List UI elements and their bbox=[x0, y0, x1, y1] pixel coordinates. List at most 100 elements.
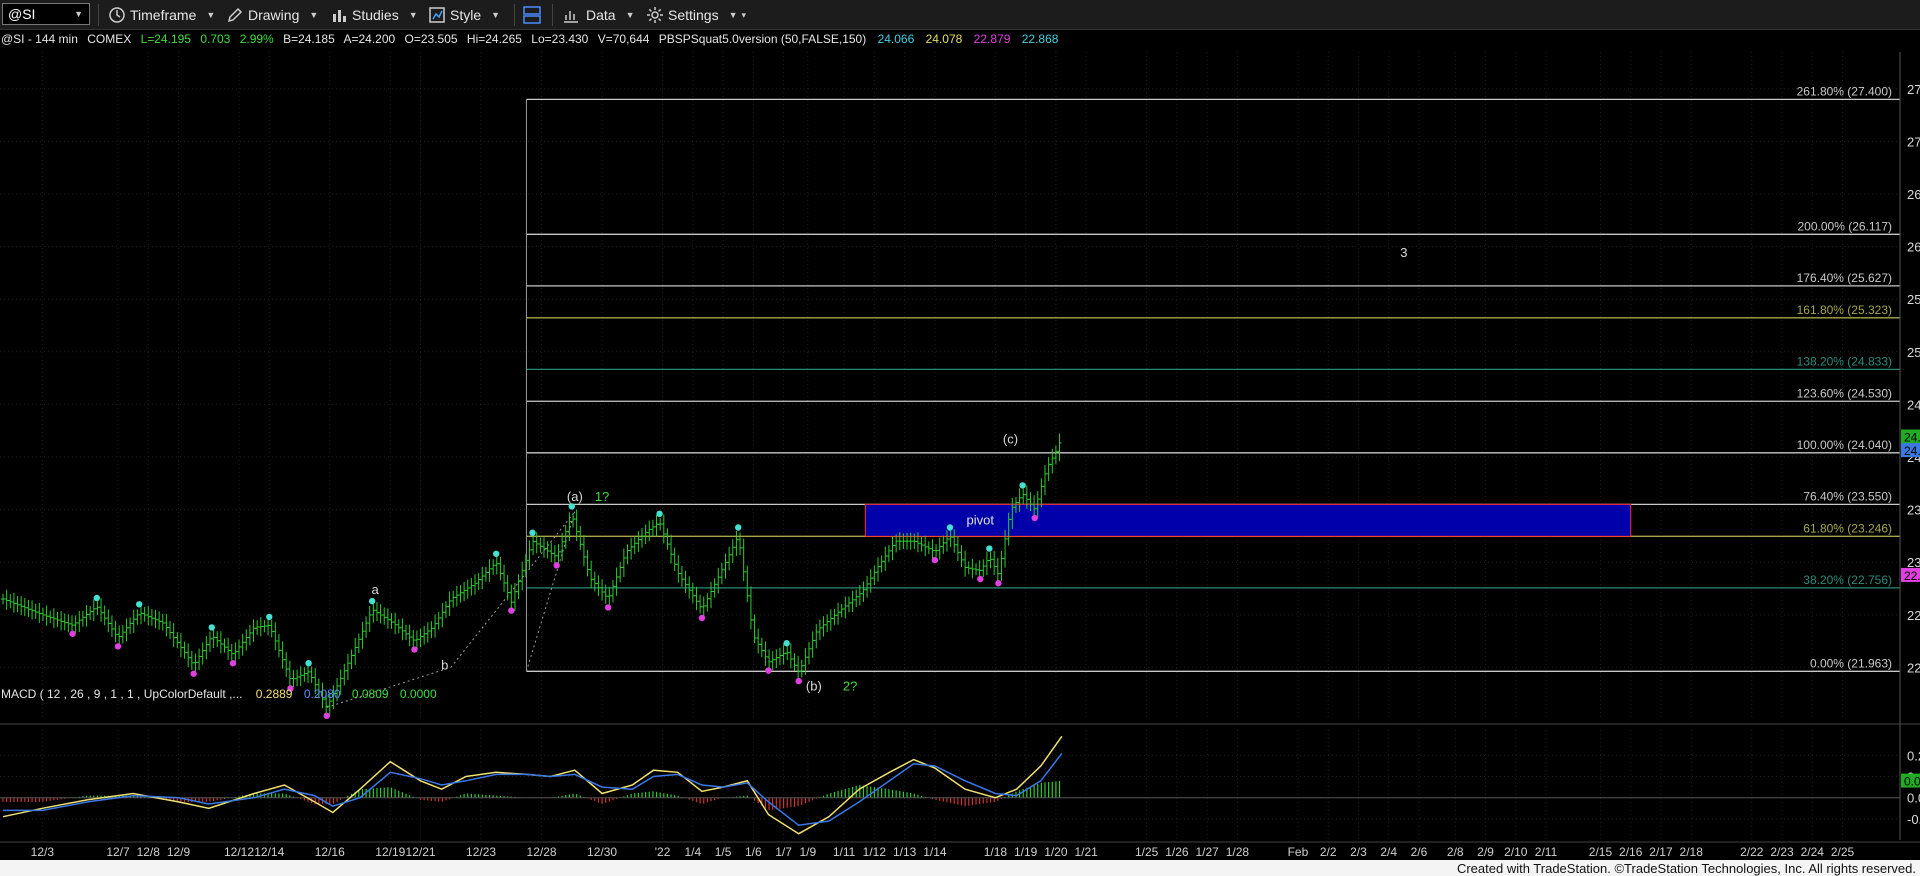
status-indicator: PBSPSquat5.0version (50,FALSE,150) bbox=[659, 32, 866, 46]
data-label: Data bbox=[586, 7, 616, 23]
chart-area[interactable]: 261.80% (27.400) 200.00% (26.117) 176.40% … bbox=[0, 30, 1920, 860]
status-last: L=24.195 bbox=[141, 32, 192, 46]
drawing-label: Drawing bbox=[248, 7, 300, 23]
gear-icon bbox=[647, 7, 663, 23]
studies-menu[interactable]: Studies ▼ bbox=[330, 5, 418, 25]
price-tag-text: 24.066 bbox=[1904, 444, 1920, 458]
macd-y-tick-label: 0.0000 bbox=[1907, 791, 1920, 806]
toolbar-separator bbox=[98, 4, 99, 26]
wave-label: a bbox=[372, 582, 380, 597]
svg-text:MACD ( 12 , 26 , 9 , 1 , 1 , U: MACD ( 12 , 26 , 9 , 1 , 1 , UpColorDefa… bbox=[1, 687, 437, 701]
x-tick-label: 2/23 bbox=[1770, 845, 1794, 859]
price-tag-text: 22.879 bbox=[1904, 569, 1920, 583]
chevron-down-icon: ▼ bbox=[728, 10, 738, 20]
wave-label: (b) bbox=[806, 679, 822, 694]
macd-v1: 0.2889 bbox=[256, 687, 293, 701]
macd-title: MACD ( 12 , 26 , 9 , 1 , 1 , UpColorDefa… bbox=[1, 687, 242, 701]
fib-label: 200.00% (26.117) bbox=[1797, 219, 1892, 233]
y-tick-label: 22.500 bbox=[1907, 608, 1920, 623]
status-volume: V=70,644 bbox=[598, 32, 650, 46]
x-tick-label: 12/21 bbox=[406, 845, 436, 859]
swing-high-dot bbox=[266, 613, 273, 621]
symbol-value: @SI bbox=[8, 6, 36, 22]
swing-low-dot bbox=[995, 580, 1002, 587]
x-tick-label: 2/11 bbox=[1535, 845, 1558, 859]
fib-label: 76.40% (23.550) bbox=[1803, 489, 1892, 503]
status-ind-v4: 22.868 bbox=[1022, 32, 1059, 46]
drawing-menu[interactable]: Drawing ▼ bbox=[226, 5, 318, 25]
swing-low-dot bbox=[765, 667, 772, 674]
x-tick-label: 1/4 bbox=[684, 845, 701, 859]
x-tick-label: 1/9 bbox=[799, 845, 816, 859]
macd-v3: 0.0809 bbox=[352, 687, 389, 701]
chevron-down-icon: ▼ bbox=[625, 10, 635, 20]
settings-menu[interactable]: Settings ▼ ▾ bbox=[646, 5, 746, 25]
y-tick-label: 23.500 bbox=[1907, 503, 1920, 518]
swing-high-dot bbox=[986, 545, 993, 552]
x-tick-label: 1/28 bbox=[1226, 845, 1250, 859]
settings-label: Settings bbox=[668, 7, 719, 23]
pencil-icon bbox=[227, 7, 243, 23]
style-menu[interactable]: Style ▼ bbox=[428, 5, 500, 25]
toolbar-separator bbox=[514, 4, 515, 26]
symbol-selector[interactable]: @SI ▼ bbox=[2, 3, 90, 25]
price-tag-text: 24.195 bbox=[1904, 430, 1920, 444]
y-tick-label: 22.000 bbox=[1907, 660, 1920, 675]
chevron-down-icon: ▼ bbox=[491, 10, 501, 20]
fib-label: 0.00% (21.963) bbox=[1810, 656, 1892, 670]
swing-high-dot bbox=[1019, 482, 1026, 489]
x-tick-label: 12/30 bbox=[587, 845, 617, 859]
chevron-down-icon: ▼ bbox=[309, 10, 319, 20]
status-high: Hi=24.265 bbox=[467, 32, 522, 46]
swing-low-dot bbox=[553, 562, 560, 569]
chevron-down-icon: ▾ bbox=[741, 9, 747, 20]
x-tick-label: 2/17 bbox=[1649, 845, 1673, 859]
status-symbol: @SI - 144 min bbox=[1, 32, 78, 46]
y-tick-label: 25.500 bbox=[1907, 292, 1920, 307]
layout-button[interactable] bbox=[522, 5, 542, 25]
x-tick-label: 2/18 bbox=[1680, 845, 1704, 859]
layout-icon bbox=[523, 6, 541, 24]
x-tick-label: 1/7 bbox=[775, 845, 792, 859]
fib-label: 38.20% (22.756) bbox=[1803, 573, 1892, 587]
fib-label: 61.80% (23.246) bbox=[1803, 521, 1892, 535]
x-tick-label: 12/7 bbox=[106, 845, 130, 859]
x-tick-label: 12/12 bbox=[224, 845, 254, 859]
x-tick-label: 1/26 bbox=[1165, 845, 1189, 859]
studies-icon bbox=[333, 10, 346, 22]
studies-label: Studies bbox=[352, 7, 399, 23]
status-ind-v2: 24.078 bbox=[926, 32, 963, 46]
x-tick-label: 2/16 bbox=[1619, 845, 1643, 859]
status-exchange: COMEX bbox=[87, 32, 131, 46]
status-change-pct: 2.99% bbox=[240, 32, 274, 46]
swing-low-dot bbox=[411, 646, 418, 653]
x-tick-label: 12/19 bbox=[375, 845, 405, 859]
x-tick-label: 1/13 bbox=[893, 845, 917, 859]
x-tick-label: 1/21 bbox=[1074, 845, 1098, 859]
macd-y-tick-label: -0.1000 bbox=[1907, 812, 1920, 827]
swing-high-dot bbox=[93, 594, 101, 602]
x-tick-label: 12/28 bbox=[527, 845, 557, 859]
wave-label: (c) bbox=[1003, 431, 1018, 446]
y-tick-label: 26.500 bbox=[1907, 187, 1920, 202]
status-ask: A=24.200 bbox=[343, 32, 395, 46]
fib-label: 138.20% (24.833) bbox=[1797, 354, 1892, 368]
data-menu[interactable]: Data ▼ bbox=[562, 5, 635, 25]
swing-low-dot bbox=[69, 630, 76, 637]
wave-label: b bbox=[441, 658, 448, 673]
x-tick-label: 2/6 bbox=[1411, 845, 1428, 859]
fib-label: 100.00% (24.040) bbox=[1797, 438, 1892, 452]
swing-high-dot bbox=[656, 510, 663, 518]
timeframe-menu[interactable]: Timeframe ▼ bbox=[108, 5, 215, 25]
swing-high-dot bbox=[135, 601, 143, 608]
x-tick-label: 2/10 bbox=[1504, 845, 1528, 859]
x-tick-label: 12/14 bbox=[254, 845, 284, 859]
swing-low-dot bbox=[977, 575, 984, 583]
footer: Created with TradeStation. ©TradeStation… bbox=[0, 860, 1920, 876]
swing-low-dot bbox=[604, 604, 612, 611]
x-tick-label: 2/2 bbox=[1320, 845, 1337, 859]
x-tick-label: 1/18 bbox=[984, 845, 1008, 859]
x-tick-label: 12/16 bbox=[315, 845, 345, 859]
macd-v2: 0.2080 bbox=[304, 687, 341, 701]
style-label: Style bbox=[450, 7, 482, 23]
